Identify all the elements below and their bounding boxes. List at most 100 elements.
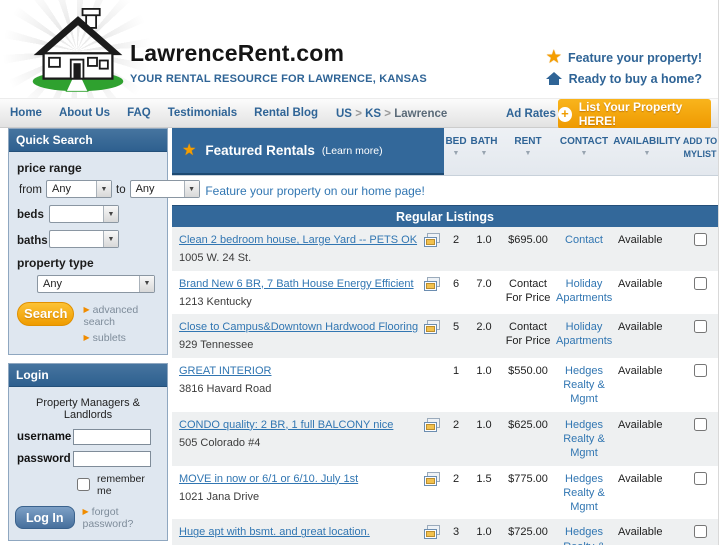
photos-icon[interactable] xyxy=(423,320,441,335)
listing-contact-link[interactable]: Hedges Realty & Mgmt xyxy=(563,526,605,545)
remember-me-checkbox[interactable] xyxy=(77,478,90,492)
buy-a-home-link[interactable]: Ready to buy a home? xyxy=(569,72,702,86)
password-field[interactable] xyxy=(73,450,151,467)
listing-row: CONDO quality: 2 BR, 1 full BALCONY nice… xyxy=(172,411,718,466)
price-range-label: price range xyxy=(17,161,82,175)
price-from-select[interactable]: Any ▼ xyxy=(46,180,112,198)
forgot-password-link[interactable]: ▶ forgot password? xyxy=(83,506,162,530)
nav-item-testimonials[interactable]: Testimonials xyxy=(168,107,237,119)
column-header-availability[interactable]: AVAILABILITY ▼ xyxy=(612,128,682,175)
house-logo xyxy=(28,8,128,94)
login-panel: Login Property Managers & Landlords user… xyxy=(8,362,168,541)
add-to-mylist-checkbox[interactable] xyxy=(693,525,707,539)
listing-bed: 1 xyxy=(452,364,460,377)
feature-your-property-link[interactable]: Feature your property! xyxy=(568,51,702,65)
listing-availability: Available xyxy=(618,418,663,431)
username-field[interactable] xyxy=(73,428,151,445)
ad-rates-link[interactable]: Ad Rates xyxy=(506,108,556,120)
advanced-search-link[interactable]: ▶ advanced search xyxy=(83,304,161,328)
add-to-mylist-checkbox[interactable] xyxy=(693,417,707,431)
to-label: to xyxy=(116,184,126,197)
chevron-down-icon: ▼ xyxy=(96,181,111,197)
photos-icon[interactable] xyxy=(423,472,441,487)
regular-listings-bar: Regular Listings xyxy=(172,205,718,227)
listings-area: ★ Featured Rentals (Learn more) BED ▼ BAT… xyxy=(172,128,718,545)
arrow-bullet-icon: ▶ xyxy=(83,304,90,314)
listing-address: 3816 Havard Road xyxy=(179,383,272,396)
listing-title-link[interactable]: Huge apt with bsmt. and great location. xyxy=(179,526,370,538)
listing-availability: Available xyxy=(618,364,663,377)
star-icon: ★ xyxy=(546,49,561,66)
price-to-select[interactable]: Any ▼ xyxy=(129,180,200,198)
nav-item-rental-blog[interactable]: Rental Blog xyxy=(254,107,318,119)
site-header: LawrenceRent.com YOUR RENTAL RESOURCE FO… xyxy=(0,0,718,98)
listing-address: 929 Tennessee xyxy=(179,339,254,352)
listing-title-link[interactable]: Close to Campus&Downtown Hardwood Floori… xyxy=(179,321,418,333)
listing-availability: Available xyxy=(618,321,663,334)
listing-contact-link[interactable]: Hedges Realty & Mgmt xyxy=(563,365,605,406)
column-header-rent[interactable]: RENT ▼ xyxy=(500,128,556,175)
photos-icon[interactable] xyxy=(423,418,441,433)
column-header-contact[interactable]: CONTACT ▼ xyxy=(556,128,612,175)
chevron-down-icon: ▼ xyxy=(183,181,199,197)
add-to-mylist-checkbox[interactable] xyxy=(693,233,707,246)
listing-contact-link[interactable]: Hedges Realty & Mgmt xyxy=(563,473,605,514)
listing-rent: $550.00 xyxy=(508,364,548,377)
listing-availability: Available xyxy=(618,234,663,246)
sidebar: Quick Search price range from Any ▼ to Any ▼ … xyxy=(8,128,200,545)
photos-icon[interactable] xyxy=(423,525,441,540)
site-title: LawrenceRent.com xyxy=(130,40,345,66)
listing-rent: $625.00 xyxy=(508,418,548,431)
add-to-mylist-checkbox[interactable] xyxy=(693,363,707,377)
password-label: password xyxy=(17,452,71,465)
breadcrumb-separator: > xyxy=(384,108,392,120)
listing-contact-link[interactable]: Contact xyxy=(565,234,603,246)
listing-row: Clean 2 bedroom house, Large Yard -- PET… xyxy=(172,227,718,271)
list-property-button[interactable]: + List Your Property HERE! xyxy=(558,99,711,129)
listing-title-link[interactable]: CONDO quality: 2 BR, 1 full BALCONY nice xyxy=(179,419,393,431)
feature-promo-link[interactable]: Feature your property on our home page! xyxy=(205,184,424,198)
listing-bed: 6 xyxy=(452,277,460,290)
nav-item-home[interactable]: Home xyxy=(10,107,42,119)
listing-rent: $725.00 xyxy=(508,526,548,539)
page-edge-divider xyxy=(718,0,719,545)
column-header-bath[interactable]: BATH ▼ xyxy=(468,128,500,175)
sort-icon: ▼ xyxy=(580,150,588,157)
listing-title-link[interactable]: Brand New 6 BR, 7 Bath House Energy Effi… xyxy=(179,278,414,290)
main-nav: Home About Us FAQ Testimonials Rental Bl… xyxy=(0,98,718,129)
property-type-select[interactable]: Any ▼ xyxy=(37,274,155,293)
breadcrumb-us[interactable]: US xyxy=(336,108,352,120)
photos-icon[interactable] xyxy=(423,277,441,292)
learn-more-link[interactable]: (Learn more) xyxy=(322,145,383,157)
baths-select[interactable]: ▼ xyxy=(49,230,119,249)
listing-title-link[interactable]: MOVE in now or 6/1 or 6/10. July 1st xyxy=(179,473,358,485)
add-to-mylist-checkbox[interactable] xyxy=(693,471,707,485)
listing-contact-link[interactable]: Holiday Apartments xyxy=(556,321,612,347)
breadcrumb: US > KS > Lawrence xyxy=(336,108,447,120)
listing-bath: 2.0 xyxy=(476,321,492,334)
brand-link[interactable]: LawrenceRent.com YOUR RENTAL RESOURCE FO… xyxy=(130,40,427,85)
listing-address: 1005 W. 24 St. xyxy=(179,252,252,265)
listing-contact-link[interactable]: Holiday Apartments xyxy=(556,278,612,304)
search-button[interactable]: Search xyxy=(17,301,75,326)
listing-contact-link[interactable]: Hedges Realty & Mgmt xyxy=(563,419,605,460)
breadcrumb-current: Lawrence xyxy=(394,108,448,120)
column-header-bed[interactable]: BED ▼ xyxy=(444,128,468,175)
sublets-link[interactable]: ▶ sublets xyxy=(83,332,161,344)
photos-icon[interactable] xyxy=(423,233,441,248)
column-header-mylist: ADD TO MYLIST xyxy=(682,136,718,159)
add-to-mylist-checkbox[interactable] xyxy=(693,320,707,334)
listing-title-link[interactable]: Clean 2 bedroom house, Large Yard -- PET… xyxy=(179,234,417,246)
baths-label: baths xyxy=(17,234,48,247)
listing-title-link[interactable]: GREAT INTERIOR xyxy=(179,365,272,377)
listing-row: GREAT INTERIOR 3816 Havard Road 1 1.0 $55… xyxy=(172,358,718,412)
add-to-mylist-checkbox[interactable] xyxy=(693,276,707,290)
nav-item-faq[interactable]: FAQ xyxy=(127,107,151,119)
breadcrumb-separator: > xyxy=(355,108,362,120)
listing-bath: 1.5 xyxy=(476,472,492,485)
nav-item-about[interactable]: About Us xyxy=(59,107,110,119)
beds-select[interactable]: ▼ xyxy=(49,205,119,224)
listing-bath: 1.0 xyxy=(476,234,492,246)
login-button[interactable]: Log In xyxy=(15,506,75,530)
breadcrumb-ks[interactable]: KS xyxy=(365,108,381,120)
